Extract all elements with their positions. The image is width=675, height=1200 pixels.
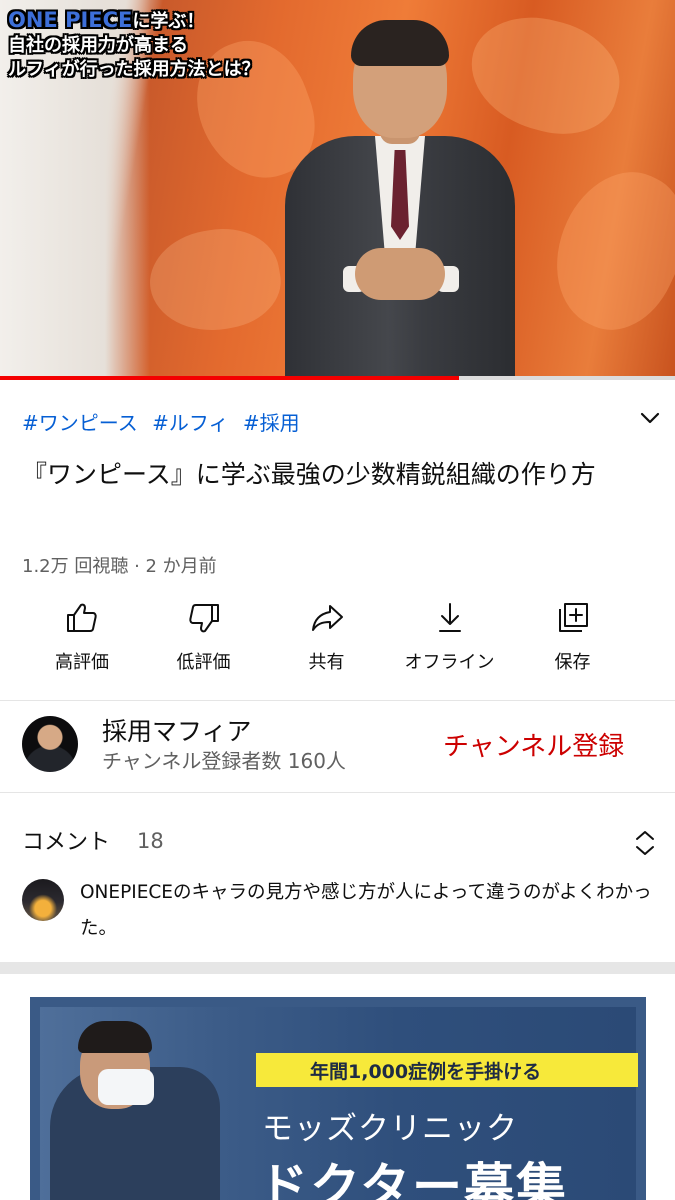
save-to-playlist-icon	[558, 603, 588, 632]
video-title: 『ワンピース』に学ぶ最強の少数精鋭組織の作り方	[22, 460, 596, 489]
download-icon	[438, 603, 461, 632]
ad-ribbon-text: 年間1,000症例を手掛ける	[310, 1061, 542, 1083]
commenter-avatar[interactable]	[22, 879, 64, 921]
video-thumbnail-caption: ONE PIECEに学ぶ！ 自社の採用力が高まる ルフィが行った採用方法とは？	[8, 8, 260, 82]
overlay-caption-line2: 自社の採用力が高まる	[8, 35, 188, 56]
channel-subscriber-count: チャンネル登録者数 160人	[102, 749, 346, 773]
divider	[0, 792, 675, 793]
save-button[interactable]: 保存	[511, 600, 634, 680]
video-action-bar: 高評価 低評価 共有 オフライン 保存	[0, 600, 675, 680]
channel-name[interactable]: 採用マフィア	[102, 712, 252, 748]
share-icon	[311, 605, 343, 631]
overlay-caption-line1: に学ぶ！	[132, 11, 205, 32]
comments-header[interactable]: コメント	[22, 824, 110, 856]
video-player[interactable]: ONE PIECEに学ぶ！ 自社の採用力が高まる ルフィが行った採用方法とは？	[0, 0, 675, 380]
share-button[interactable]: 共有	[265, 600, 388, 680]
download-label: オフライン	[404, 652, 495, 673]
ad-headline: ドクター募集	[258, 1158, 568, 1200]
dislike-label: 低評価	[176, 652, 231, 673]
hashtag-list: #ワンピース #ルフィ #採用	[22, 407, 308, 436]
overlay-caption-line3: ルフィが行った採用方法とは？	[8, 59, 260, 80]
comments-count: 18	[137, 829, 164, 853]
section-separator	[0, 962, 675, 974]
video-presenter	[285, 18, 515, 380]
expand-description-button[interactable]	[638, 406, 662, 430]
subscribe-button[interactable]: チャンネル登録	[443, 726, 624, 763]
share-label: 共有	[308, 652, 345, 673]
comments-expand-button[interactable]	[632, 828, 658, 858]
video-progress-fill	[0, 376, 459, 380]
dislike-button[interactable]: 低評価	[142, 600, 265, 680]
like-label: 高評価	[55, 652, 109, 673]
hashtag-link[interactable]: #ワンピース	[22, 411, 138, 435]
ad-clinic-name: モッズクリニック	[262, 1111, 518, 1147]
overlay-brand-logo: ONE PIECE	[8, 8, 133, 32]
save-label: 保存	[554, 652, 591, 673]
thumbs-down-icon	[188, 604, 219, 633]
download-button[interactable]: オフライン	[388, 600, 511, 680]
ad-banner[interactable]: 年間1,000症例を手掛ける モッズクリニック ドクター募集	[30, 997, 646, 1200]
unfold-chevrons-icon	[636, 831, 654, 855]
like-button[interactable]: 高評価	[22, 600, 142, 680]
video-background-leaf	[531, 152, 675, 348]
chevron-down-icon	[640, 412, 660, 424]
video-background-leaf	[142, 219, 288, 341]
top-comment-text[interactable]: ONEPIECEのキャラの見方や感じ方が人によって違うのがよくわかった。	[80, 875, 655, 947]
divider	[0, 700, 675, 701]
video-progress-bar[interactable]	[0, 376, 675, 380]
hashtag-link[interactable]: #ルフィ	[152, 411, 228, 435]
video-metadata: 1.2万 回視聴 · 2 か月前	[22, 556, 217, 577]
channel-avatar[interactable]	[22, 716, 78, 772]
thumbs-up-icon	[67, 603, 97, 632]
hashtag-link[interactable]: #採用	[243, 411, 300, 435]
